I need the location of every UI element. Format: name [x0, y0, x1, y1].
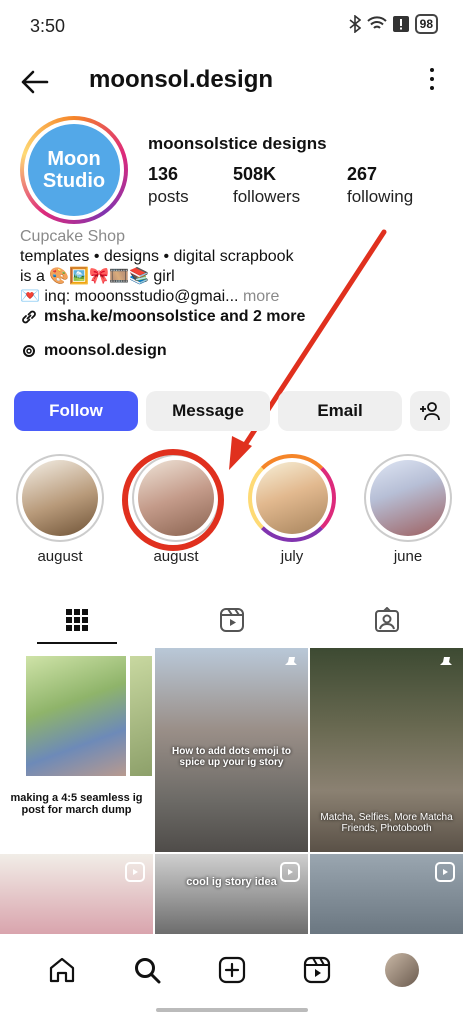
post-tile[interactable]	[0, 854, 153, 934]
pin-icon	[285, 657, 297, 673]
nav-search[interactable]	[127, 950, 167, 990]
highlight-item[interactable]: june	[364, 454, 452, 565]
story-highlights: august august july june	[16, 454, 452, 565]
add-person-icon	[420, 402, 440, 421]
search-icon	[135, 958, 161, 984]
reel-icon	[125, 862, 145, 882]
post-tile[interactable]: making a 4:5 seamless ig post for march …	[0, 648, 153, 852]
nav-reels[interactable]	[297, 950, 337, 990]
highlight-item[interactable]: july	[248, 454, 336, 565]
profile-avatar-thumb	[384, 953, 419, 987]
home-indicator	[156, 1008, 308, 1012]
post-tile[interactable]: Matcha, Selfies, More Matcha Friends, Ph…	[310, 648, 463, 852]
reels-icon	[220, 608, 244, 632]
pin-icon	[440, 657, 452, 673]
reel-icon	[435, 862, 455, 882]
bottom-navigation	[0, 940, 464, 1000]
suggest-people-button[interactable]	[410, 391, 450, 431]
tagged-icon	[374, 607, 399, 632]
post-tile[interactable]	[310, 854, 463, 934]
tab-reels[interactable]	[155, 596, 310, 644]
message-button[interactable]: Message	[146, 391, 270, 431]
grid-icon	[66, 609, 89, 631]
email-button[interactable]: Email	[278, 391, 402, 431]
tab-posts[interactable]	[0, 596, 155, 644]
follow-button[interactable]: Follow	[14, 391, 138, 431]
reels-icon	[303, 956, 330, 984]
nav-create[interactable]	[212, 950, 252, 990]
tab-tagged[interactable]	[309, 596, 464, 644]
highlight-item[interactable]: august	[16, 454, 104, 565]
posts-grid: making a 4:5 seamless ig post for march …	[0, 648, 464, 934]
nav-home[interactable]	[42, 950, 82, 990]
post-tile[interactable]: How to add dots emoji to spice up your i…	[155, 648, 308, 852]
add-post-icon	[218, 956, 246, 984]
content-tabs	[0, 596, 464, 644]
home-icon	[50, 957, 75, 983]
post-tile[interactable]: cool ig story idea	[155, 854, 308, 934]
profile-actions: Follow Message Email	[14, 391, 450, 431]
annotation-circle	[122, 449, 224, 551]
nav-profile[interactable]	[382, 950, 422, 990]
